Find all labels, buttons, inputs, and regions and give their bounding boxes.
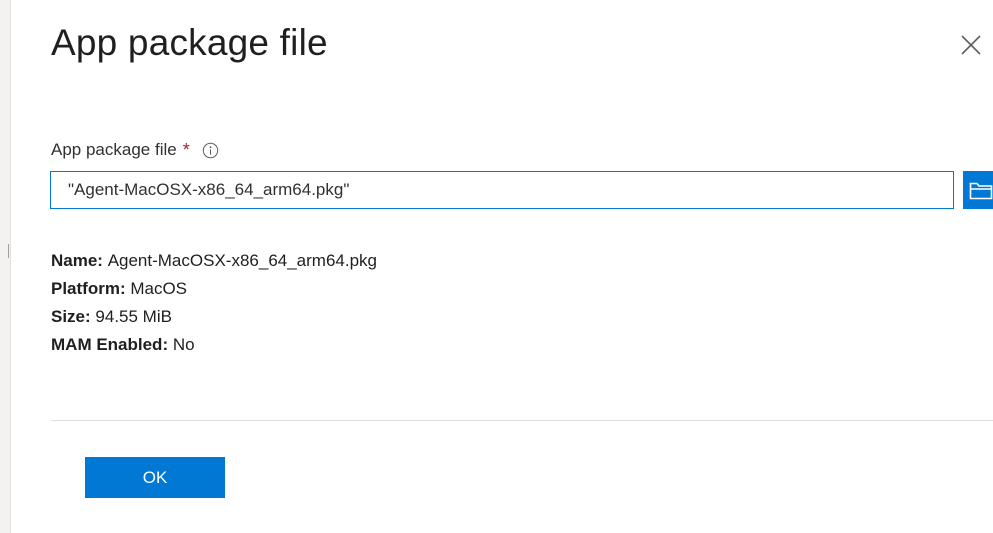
ok-button[interactable]: OK	[85, 457, 225, 498]
close-button[interactable]	[958, 32, 986, 60]
required-marker: *	[182, 139, 190, 160]
footer-divider	[51, 420, 993, 421]
file-details: Name: Agent-MacOSX-x86_64_arm64.pkg Plat…	[51, 247, 377, 359]
app-package-file-input[interactable]	[50, 171, 954, 209]
panel-title: App package file	[51, 22, 328, 63]
field-label-row: App package file *	[51, 139, 219, 161]
close-icon	[961, 35, 981, 55]
detail-size-label: Size:	[51, 307, 96, 326]
blade-edge-mark	[8, 244, 9, 258]
detail-platform-value: MacOS	[130, 279, 188, 298]
field-label: App package file	[51, 140, 177, 159]
detail-size: Size: 94.55 MiB	[51, 303, 377, 331]
info-icon[interactable]	[202, 142, 219, 159]
detail-size-value: 94.55 MiB	[95, 307, 172, 326]
background-blade-edge	[0, 0, 11, 533]
detail-mam-enabled: MAM Enabled: No	[51, 331, 377, 359]
detail-mam-value: No	[172, 335, 195, 354]
browse-file-button[interactable]	[963, 171, 993, 209]
detail-name-label: Name:	[51, 251, 108, 270]
detail-name-value: Agent-MacOSX-x86_64_arm64.pkg	[107, 251, 377, 270]
detail-name: Name: Agent-MacOSX-x86_64_arm64.pkg	[51, 247, 377, 275]
folder-icon	[969, 182, 993, 200]
detail-platform-label: Platform:	[51, 279, 131, 298]
app-package-file-panel: App package file App package file * Name…	[0, 0, 993, 533]
detail-mam-label: MAM Enabled:	[51, 335, 173, 354]
detail-platform: Platform: MacOS	[51, 275, 377, 303]
